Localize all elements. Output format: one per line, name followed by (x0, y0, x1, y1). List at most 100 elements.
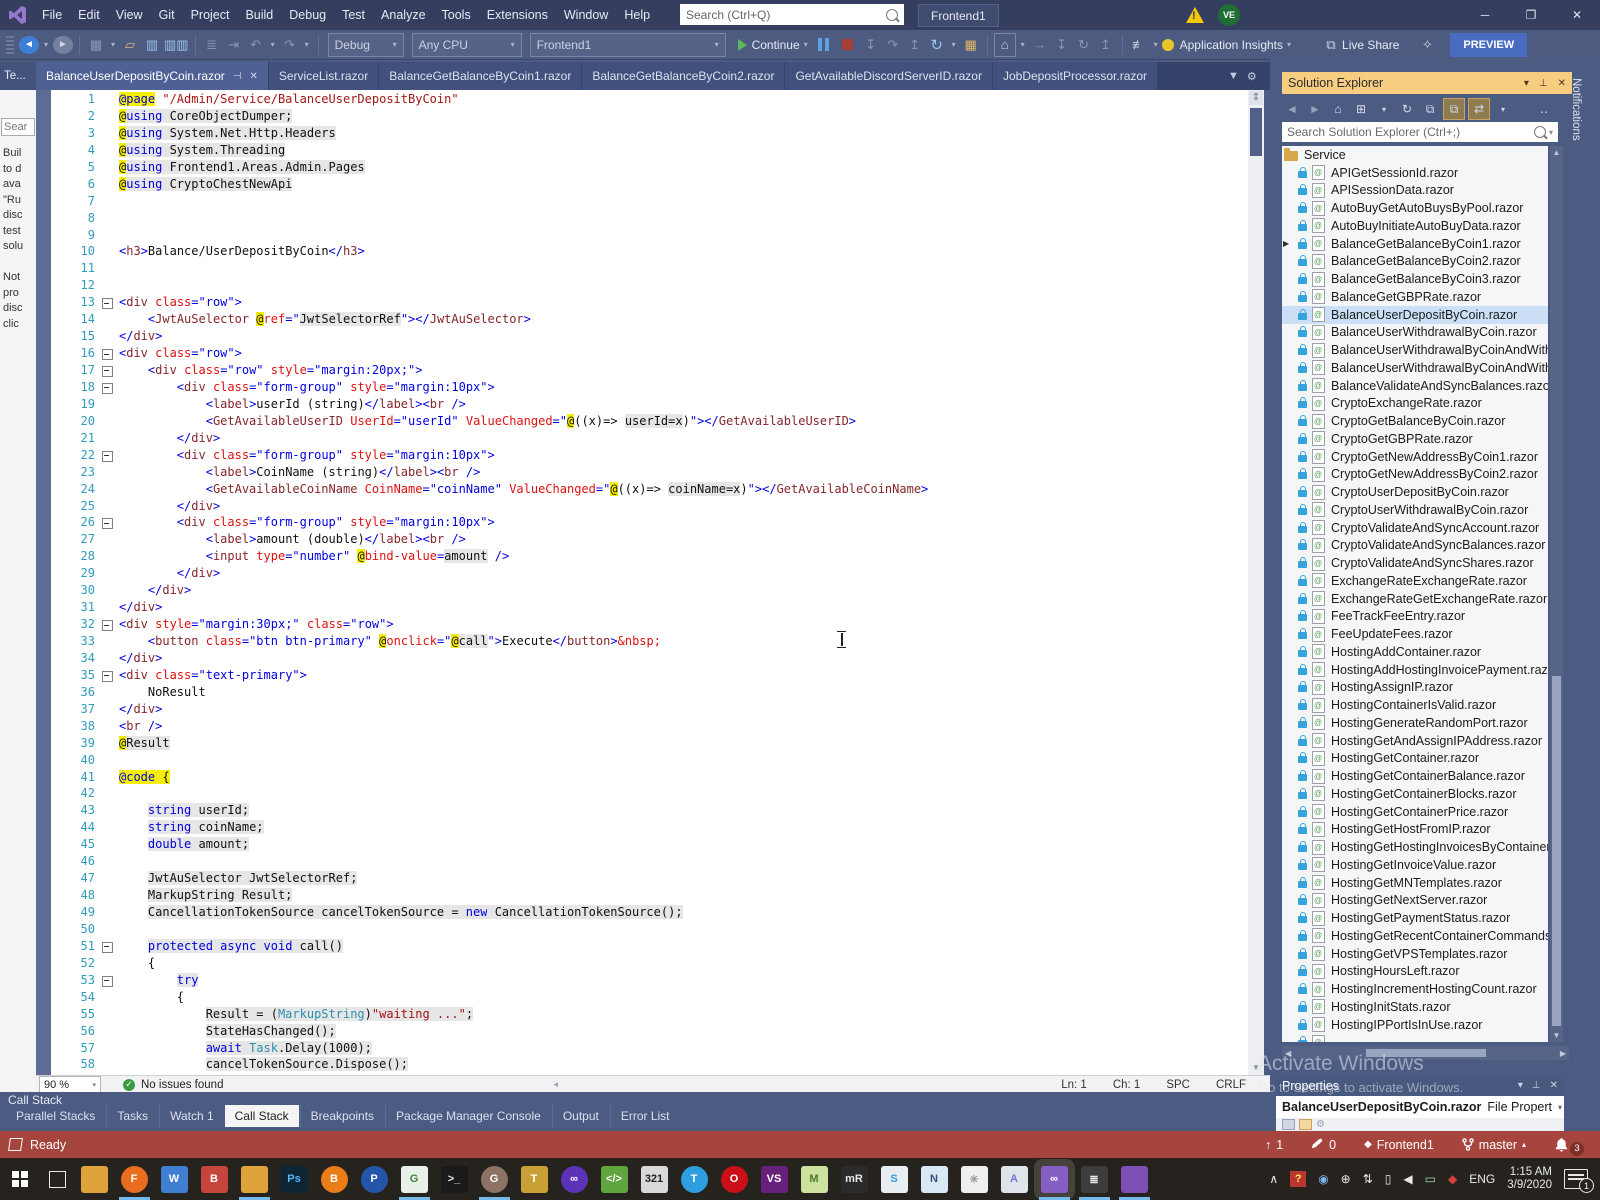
code-text[interactable]: @using System.Net.Http.Headers (119, 125, 1248, 143)
fold-margin[interactable] (95, 753, 119, 770)
solution-explorer-search-input[interactable]: Search Solution Explorer (Ctrl+;) ▾ (1282, 122, 1558, 142)
editor-split-handle[interactable]: ⇕ (1249, 91, 1263, 105)
code-text[interactable]: </div> (119, 329, 1248, 346)
code-line[interactable]: 44 string coinName; (51, 820, 1248, 837)
code-line[interactable]: 31 </div> (51, 600, 1248, 617)
restart-icon[interactable]: ↻ (927, 34, 947, 56)
code-line[interactable]: 7 (51, 194, 1248, 211)
bottom-tab-watch-1[interactable]: Watch 1 (159, 1105, 224, 1127)
undo-icon[interactable]: ↶ (246, 34, 266, 56)
fold-margin[interactable] (95, 651, 119, 668)
tree-item[interactable]: HostingGetNextServer.razor (1282, 892, 1548, 910)
fold-margin[interactable] (95, 295, 119, 312)
prop-settings-icon[interactable]: ⚙ (1316, 1119, 1325, 1130)
tree-item[interactable]: HostingContainerIsValid.razor (1282, 696, 1548, 714)
maps-app-icon[interactable]: M (800, 1165, 828, 1193)
player-icon[interactable]: ◆ (1448, 1172, 1457, 1186)
fold-margin[interactable] (95, 143, 119, 160)
properties-object-select[interactable]: BalanceUserDepositByCoin.razor File Prop… (1276, 1096, 1564, 1118)
tab-BalanceUserDepositByCoin.razor[interactable]: BalanceUserDepositByCoin.razor ⊣ ✕ (36, 62, 268, 90)
fold-margin[interactable] (95, 1007, 119, 1024)
code-text[interactable]: <GetAvailableCoinName CoinName="coinName… (119, 481, 1248, 499)
thunderbird-icon[interactable]: T (680, 1165, 708, 1193)
tab-options-gear-icon[interactable]: ⚙ (1247, 70, 1257, 83)
feedback-icon[interactable]: ✧ (1417, 34, 1437, 56)
bottom-tab-call-stack[interactable]: Call Stack (224, 1105, 299, 1127)
issues-status[interactable]: No issues found (141, 1079, 223, 1091)
fold-margin[interactable] (95, 363, 119, 380)
code-line[interactable]: 12 (51, 278, 1248, 295)
collapse-icon[interactable] (101, 941, 113, 953)
preview-button[interactable]: PREVIEW (1450, 32, 1528, 57)
code-line[interactable]: 52 { (51, 956, 1248, 973)
tab-overflow-icon[interactable]: ▼ (1228, 70, 1239, 83)
code-line[interactable]: 43 string userId; (51, 803, 1248, 820)
line-indicator[interactable]: Ln: 1 (1061, 1079, 1087, 1091)
code-line[interactable]: 28 <input type="number" @bind-value=amou… (51, 549, 1248, 566)
repository-button[interactable]: ◆ Frontend1 (1350, 1138, 1448, 1152)
tree-item[interactable]: HostingGetContainerBlocks.razor (1282, 785, 1548, 803)
continue-play-icon[interactable] (737, 38, 747, 51)
file-explorer-icon[interactable] (80, 1165, 108, 1193)
se-sync-icon[interactable]: ⇄ (1468, 98, 1490, 120)
code-line[interactable]: 46 (51, 854, 1248, 871)
fold-margin[interactable] (95, 532, 119, 549)
fold-margin[interactable] (95, 736, 119, 753)
background-tasks-icon[interactable] (8, 1138, 23, 1151)
code-line[interactable]: 17 <div class="row" style="margin:20px;"… (51, 363, 1248, 380)
tab-JobDepositProcessor.razor[interactable]: JobDepositProcessor.razor (992, 62, 1158, 90)
fold-margin[interactable] (95, 685, 119, 702)
indent-icon[interactable]: ⇥ (224, 34, 244, 56)
fold-margin[interactable] (95, 583, 119, 600)
fold-margin[interactable] (95, 329, 119, 346)
prop-categorized-icon[interactable] (1282, 1119, 1295, 1130)
code-line[interactable]: 21 </div> (51, 431, 1248, 448)
fold-margin[interactable] (95, 1057, 119, 1074)
visual-studio-2019-icon[interactable]: ∞ (1038, 1165, 1070, 1200)
pending-changes-button[interactable]: 0 (1297, 1138, 1350, 1152)
code-text[interactable]: @code { (119, 769, 1248, 787)
code-line[interactable]: 37 </div> (51, 702, 1248, 719)
code-text[interactable]: <JwtAuSelector @ref="JwtSelectorRef"></J… (119, 312, 1248, 329)
tree-item[interactable]: ExchangeRateExchangeRate.razor (1282, 572, 1548, 590)
tree-item[interactable]: CryptoGetNewAddressByCoin1.razor (1282, 448, 1548, 466)
code-line[interactable]: 36 NoResult (51, 685, 1248, 702)
code-text[interactable]: </div> (119, 431, 1248, 448)
tree-item[interactable]: HostingGenerateRandomPort.razor (1282, 714, 1548, 732)
fold-margin[interactable] (95, 803, 119, 820)
tree-item[interactable]: BalanceGetGBPRate.razor (1282, 288, 1548, 306)
scrollbar-thumb[interactable] (1250, 108, 1262, 156)
search-icon[interactable] (886, 8, 898, 21)
code-line[interactable]: 51 protected async void call() (51, 938, 1248, 956)
fold-margin[interactable] (95, 719, 119, 736)
tree-item[interactable]: HostingGetMNTemplates.razor (1282, 874, 1548, 892)
platform-select[interactable]: Any CPU ▾ (411, 32, 522, 57)
code-text[interactable]: </div> (119, 651, 1248, 668)
opera-icon[interactable]: O (720, 1165, 748, 1193)
code-line[interactable]: 3 @using System.Net.Http.Headers (51, 125, 1248, 143)
tree-item[interactable]: HostingGetHostFromIP.razor (1282, 821, 1548, 839)
task-list-icon[interactable]: ≣ (1078, 1165, 1110, 1200)
tree-item[interactable]: BalanceValidateAndSyncBalances.razor (1282, 377, 1548, 395)
se-forward-icon[interactable]: ► (1305, 99, 1325, 119)
nav-back-icon[interactable]: ◄ (19, 35, 39, 54)
code-text[interactable]: <br /> (119, 719, 1248, 736)
keyboard-language[interactable]: ENG (1469, 1172, 1495, 1186)
tab-BalanceGetBalanceByCoin1.razor[interactable]: BalanceGetBalanceByCoin1.razor (379, 62, 582, 90)
expand-arrow-icon[interactable]: ▶ (1282, 239, 1294, 248)
fold-margin[interactable] (95, 431, 119, 448)
tree-item[interactable]: HostingGetRecentContainerCommands (1282, 927, 1548, 945)
fold-margin[interactable] (95, 668, 119, 685)
branch-button[interactable]: master ▴ (1448, 1138, 1540, 1152)
code-line[interactable]: 29 </div> (51, 566, 1248, 583)
new-item-dropdown[interactable]: ▾ (108, 34, 118, 56)
fold-margin[interactable] (95, 922, 119, 939)
minimize-button[interactable]: ─ (1462, 0, 1508, 30)
taskbar-clock[interactable]: 1:15 AM 3/9/2020 (1507, 1166, 1552, 1192)
se-overflow-icon[interactable]: ‥ (1534, 99, 1554, 119)
tree-item[interactable]: ▶ BalanceGetBalanceByCoin1.razor (1282, 235, 1548, 253)
fold-margin[interactable] (95, 939, 119, 956)
se-back-icon[interactable]: ◄ (1282, 99, 1302, 119)
code-line[interactable]: 16 <div class="row"> (51, 346, 1248, 363)
step2-into-icon[interactable]: ↧ (1052, 34, 1072, 56)
